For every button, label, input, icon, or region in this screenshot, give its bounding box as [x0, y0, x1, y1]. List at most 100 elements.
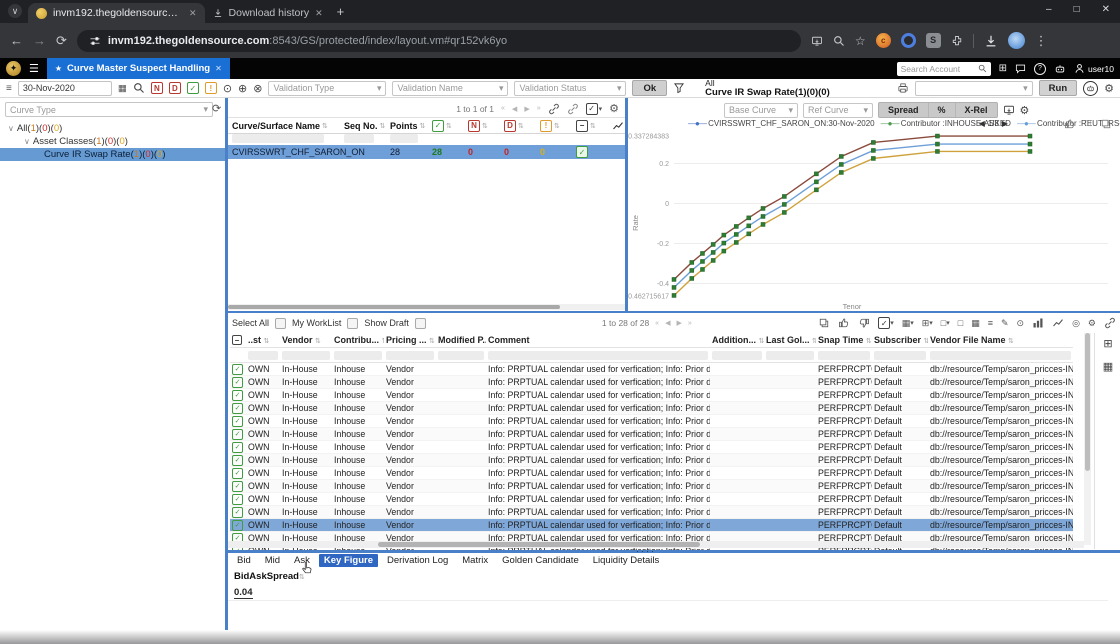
- table-hscrollbar[interactable]: [228, 541, 1084, 548]
- tree-item-all[interactable]: ∨ All(1)(0)(0): [0, 122, 225, 135]
- bookmark-star-icon[interactable]: ☆: [855, 34, 866, 48]
- assistant-icon[interactable]: [1083, 80, 1099, 96]
- table-row[interactable]: ✓OWNIn-HouseInhouseVendor Info: PRPTUAL c…: [230, 427, 1073, 441]
- xrel-button[interactable]: X-Rel: [956, 103, 997, 117]
- row-checkbox[interactable]: ✓: [232, 494, 243, 505]
- printer-icon[interactable]: [897, 82, 909, 94]
- mid-hscrollbar[interactable]: [228, 304, 625, 310]
- tree-collapse-icon[interactable]: ∨: [8, 124, 14, 133]
- file-menu-icon[interactable]: □ ▾: [941, 318, 950, 328]
- ref-curve-select[interactable]: Ref Curve ▾: [803, 102, 873, 118]
- gear-icon[interactable]: ⚙: [1088, 318, 1096, 329]
- my-worklist-label[interactable]: My WorkList: [292, 318, 341, 328]
- contributions-table[interactable]: − ..st ⇅ Vendor ⇅ Contribu... ⇅ Pricing …: [230, 333, 1073, 558]
- favorite-star-icon[interactable]: ★: [55, 64, 62, 73]
- app-menu-icon[interactable]: ☰: [29, 62, 39, 75]
- table-row[interactable]: ✓OWNIn-HouseInhouseVendor Info: PRPTUAL c…: [230, 362, 1073, 376]
- grid-view-icon[interactable]: ▦: [1103, 360, 1113, 373]
- browser-profile-avatar[interactable]: [1007, 32, 1025, 49]
- close-window-button[interactable]: ✕: [1102, 4, 1110, 15]
- extension-icon-2[interactable]: [900, 33, 916, 48]
- thumbs-up-icon[interactable]: [838, 317, 850, 329]
- new-items-icon[interactable]: N: [150, 82, 163, 94]
- unlink-icon[interactable]: [567, 103, 579, 115]
- target-icon[interactable]: ◎: [1072, 318, 1080, 329]
- table-row[interactable]: ✓OWNIn-HouseInhouseVendor Info: PRPTUAL c…: [230, 414, 1073, 428]
- browser-tab-goldensource[interactable]: invm192.thegoldensource.com ✕: [28, 3, 205, 23]
- bot-icon[interactable]: [1054, 63, 1066, 75]
- user-icon[interactable]: [1074, 63, 1085, 74]
- link-icon[interactable]: [1104, 317, 1116, 329]
- zoom-out-icon[interactable]: ⊗: [253, 82, 262, 95]
- table-row[interactable]: ✓OWNIn-HouseInhouseVendor Info: PRPTUAL c…: [230, 375, 1073, 389]
- table-row[interactable]: ✓OWNIn-HouseInhouseVendor Info: PRPTUAL c…: [230, 388, 1073, 402]
- forward-icon[interactable]: →: [33, 33, 46, 48]
- ok-button[interactable]: Ok: [632, 80, 668, 96]
- curve-row-selected[interactable]: CVIRSSWRT_CHF_SARON_ON 28 28 0 0 0 ✓: [228, 145, 625, 159]
- row-checkbox[interactable]: ✓: [232, 481, 243, 492]
- first-page-icon[interactable]: «: [501, 105, 505, 112]
- date-field[interactable]: 30-Nov-2020: [17, 80, 112, 96]
- validation-name-select[interactable]: Validation Name ▾: [392, 80, 509, 96]
- prev-page-icon[interactable]: ◀: [512, 105, 517, 113]
- downloads-icon[interactable]: [984, 34, 998, 48]
- collapse-all-icon[interactable]: −: [232, 335, 242, 346]
- org-menu-icon[interactable]: ▦ ▾: [902, 318, 914, 329]
- row-checkbox[interactable]: ✓: [232, 442, 243, 453]
- validation-type-select[interactable]: Validation Type ▾: [268, 80, 387, 96]
- curve-type-select[interactable]: Curve Type ▾: [5, 102, 213, 117]
- help-icon[interactable]: ?: [1034, 62, 1046, 75]
- search-icon[interactable]: [833, 35, 845, 47]
- rate-tenor-chart[interactable]: 0.337284383 0.2 0 -0.2 -0.4 -0.462715617 Rate T…: [628, 128, 1120, 313]
- new-tab-button[interactable]: +: [337, 4, 345, 19]
- chart-gear-icon[interactable]: ⚙: [1020, 104, 1030, 117]
- validated-items-icon[interactable]: ✓: [186, 82, 199, 94]
- table-row[interactable]: ✓OWNIn-HouseInhouseVendor Info: PRPTUAL c…: [230, 466, 1073, 480]
- row-checkbox[interactable]: ✓: [232, 429, 243, 440]
- list-icon[interactable]: ≡: [988, 318, 993, 328]
- link-icon[interactable]: [548, 103, 560, 115]
- browser-menu-icon[interactable]: ⋮: [1035, 33, 1048, 49]
- approve-menu-icon[interactable]: ✓ ▾: [878, 317, 894, 329]
- contributions-header-row[interactable]: − ..st ⇅ Vendor ⇅ Contribu... ⇅ Pricing …: [230, 333, 1073, 348]
- table-row[interactable]: ✓OWNIn-HouseInhouseVendor Info: PRPTUAL c…: [230, 401, 1073, 415]
- prev-page-icon[interactable]: ◀: [665, 319, 670, 327]
- zoom-search-icon[interactable]: [133, 82, 145, 94]
- row-checkbox[interactable]: ✓: [232, 403, 243, 414]
- row-checkbox[interactable]: ✓: [232, 520, 243, 531]
- validation-status-select[interactable]: Validation Status ▾: [514, 80, 627, 96]
- close-tab-icon[interactable]: ✕: [315, 8, 323, 19]
- spread-button[interactable]: Spread: [879, 103, 929, 117]
- next-page-icon[interactable]: ▶: [524, 105, 529, 113]
- document-icon[interactable]: □: [958, 318, 963, 328]
- table-row[interactable]: ✓OWNIn-HouseInhouseVendor Info: PRPTUAL c…: [230, 492, 1073, 506]
- tab-search-icon[interactable]: ∨: [8, 4, 22, 18]
- restore-window-button[interactable]: □: [1074, 4, 1080, 15]
- extension-icon-3[interactable]: S: [925, 33, 941, 48]
- tree-item-asset-classes[interactable]: ∨ Asset Classes(1)(0)(0): [0, 135, 225, 148]
- app-tab-curve-master[interactable]: ★ Curve Master Suspect Handling ✕: [46, 58, 230, 79]
- table-row[interactable]: ✓OWNIn-HouseInhouseVendor Info: PRPTUAL c…: [230, 518, 1073, 532]
- refresh-tree-icon[interactable]: ⟳: [212, 102, 221, 115]
- close-tab-icon[interactable]: ✕: [189, 8, 197, 19]
- show-draft-checkbox[interactable]: [414, 317, 426, 329]
- curve-table-filter-row[interactable]: [228, 132, 625, 146]
- history-icon[interactable]: ⊙: [1017, 318, 1025, 329]
- table-row[interactable]: ✓OWNIn-HouseInhouseVendor Info: PRPTUAL c…: [230, 505, 1073, 519]
- bid-ask-spread-value[interactable]: 0.04: [234, 587, 253, 599]
- legend-prev-icon[interactable]: ◀: [979, 119, 985, 128]
- copy-icon[interactable]: [818, 317, 830, 329]
- contributions-filter-row[interactable]: [230, 347, 1073, 363]
- detail-tab-key-figure[interactable]: Key Figure: [318, 554, 378, 567]
- multi-select-menu-icon[interactable]: ✓ ▾: [585, 102, 602, 115]
- thumbs-down-icon[interactable]: [858, 317, 870, 329]
- detail-tab-derivation-log[interactable]: Derivation Log: [382, 554, 453, 567]
- last-page-icon[interactable]: »: [537, 105, 541, 112]
- last-page-icon[interactable]: »: [688, 320, 692, 327]
- close-app-tab-icon[interactable]: ✕: [215, 64, 222, 73]
- chart-column-icon[interactable]: [612, 120, 624, 132]
- show-draft-label[interactable]: Show Draft: [364, 318, 409, 328]
- table-vscrollbar[interactable]: [1084, 333, 1091, 545]
- row-checkbox[interactable]: ✓: [232, 377, 243, 388]
- extensions-puzzle-icon[interactable]: [951, 35, 963, 47]
